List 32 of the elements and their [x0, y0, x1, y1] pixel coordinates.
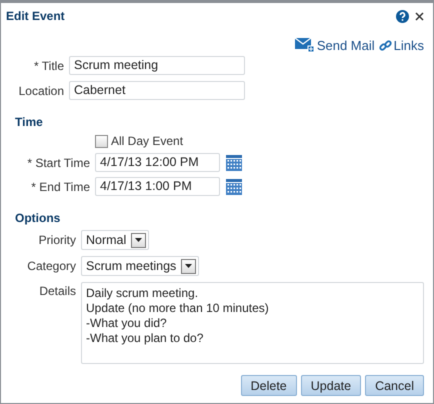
links-link[interactable]: Links	[378, 36, 424, 54]
close-icon[interactable]	[415, 12, 424, 20]
field-label: * Title	[32, 58, 64, 72]
chain-icon	[378, 38, 392, 52]
text-field[interactable]: Cabernet	[69, 81, 245, 100]
date-field[interactable]: 4/17/13 1:00 PM	[95, 177, 220, 196]
date-field[interactable]: 4/17/13 12:00 PM	[95, 153, 220, 172]
text-field[interactable]: Scrum meeting	[69, 56, 245, 75]
cancel-button[interactable]: Cancel	[365, 375, 424, 396]
details-field[interactable]: Daily scrum meeting. Update (no more than 10 minutes) -What you did? -What you plan to do?	[81, 282, 424, 364]
checkbox-label: All Day Event	[111, 134, 184, 148]
dropdown[interactable]: Normal	[81, 230, 150, 250]
send-mail-link[interactable]: Send Mail	[294, 36, 375, 54]
section-heading: Options	[15, 211, 62, 225]
dropdown[interactable]: Scrum meetings	[81, 256, 200, 276]
caret-icon	[135, 238, 142, 242]
update-button[interactable]: Update	[300, 375, 362, 396]
calendar-icon[interactable]	[226, 154, 242, 170]
field-label: Category	[26, 259, 76, 273]
caret-icon	[185, 264, 192, 268]
field-label: * Start Time	[26, 156, 90, 170]
field-label: Priority	[38, 233, 76, 247]
checkbox[interactable]	[95, 134, 108, 148]
window-title: Edit Event	[6, 9, 66, 23]
calendar-icon[interactable]	[226, 178, 242, 194]
delete-button[interactable]: Delete	[240, 375, 297, 396]
field-label: Location	[18, 84, 64, 98]
field-label: * End Time	[30, 180, 90, 194]
envelope-icon	[294, 37, 315, 53]
help-icon[interactable]	[396, 10, 409, 22]
field-label: Details	[38, 284, 76, 298]
section-heading: Time	[15, 115, 44, 129]
